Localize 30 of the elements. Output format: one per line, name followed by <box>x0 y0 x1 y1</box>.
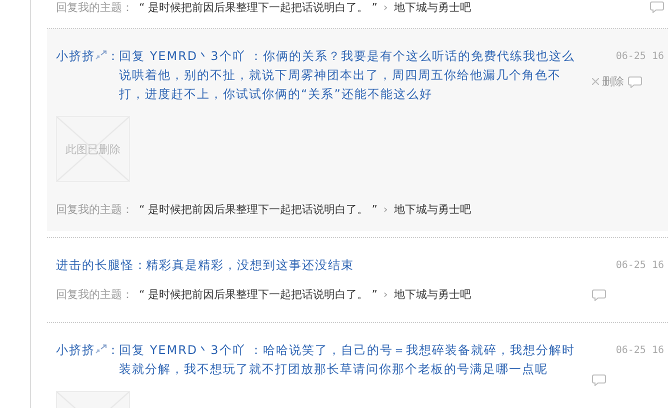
author-colon: ： <box>107 342 119 359</box>
reply-label: 回复我的主题： <box>56 287 133 302</box>
author-colon: ： <box>107 48 119 65</box>
post-date: 06-25 16 <box>616 50 664 64</box>
topic-link[interactable]: “ 是时候把前因后果整理下一起把话说明白了。 ” <box>139 202 378 217</box>
reply-message: 精彩真是精彩，没想到这事还没结束 <box>146 257 355 274</box>
comment-icon[interactable] <box>650 1 664 13</box>
topic-link[interactable]: “ 是时候把前因后果整理下一起把话说明白了。 ” <box>139 287 378 302</box>
author-link[interactable]: 小挤挤 <box>56 47 95 66</box>
breadcrumb-separator: › <box>383 0 388 14</box>
forum-link[interactable]: 地下城与勇士吧 <box>394 287 471 302</box>
breadcrumb-separator: › <box>383 203 388 216</box>
post-date: 06-25 16 <box>616 259 664 273</box>
reply-message: 回复 YEMRD丶3个吖 ：哈哈说笑了，自己的号＝我想碎装备就碎，我想分解时装就分解，我不想玩了就不打团放那长草请问你那个老板的号满足哪一点呢 <box>119 342 576 378</box>
reply-label: 回复我的主题： <box>56 0 133 14</box>
author-link[interactable]: 小挤挤 <box>56 341 95 360</box>
comment-icon[interactable] <box>592 374 606 386</box>
forum-link[interactable]: 地下城与勇士吧 <box>394 0 471 14</box>
topic-link[interactable]: “ 是时候把前因后果整理下一起把话说明白了。 ” <box>139 0 378 14</box>
breadcrumb-separator: › <box>383 288 388 301</box>
author-colon: ： <box>134 257 146 274</box>
reply-message: 回复 YEMRD丶3个吖 ：你俩的关系？我要是有个这么听话的免费代练我也这么说哄着他，别的不扯，就说下周雾神团本出了，周四周五你给他漏几个角色不打，进度赶不上，你试试你俩的“关系”还能不能这么好 <box>119 48 576 103</box>
reply-label: 回复我的主题： <box>56 202 133 217</box>
deleted-image-caption: 此图已删除 <box>66 142 120 156</box>
forum-link[interactable]: 地下城与勇士吧 <box>394 202 471 217</box>
close-icon <box>592 78 599 85</box>
comment-icon[interactable] <box>628 76 642 88</box>
author-link[interactable]: 进击的长腿怪 <box>56 256 134 275</box>
comment-icon[interactable] <box>592 289 606 301</box>
post-date: 06-25 16 <box>616 344 664 358</box>
